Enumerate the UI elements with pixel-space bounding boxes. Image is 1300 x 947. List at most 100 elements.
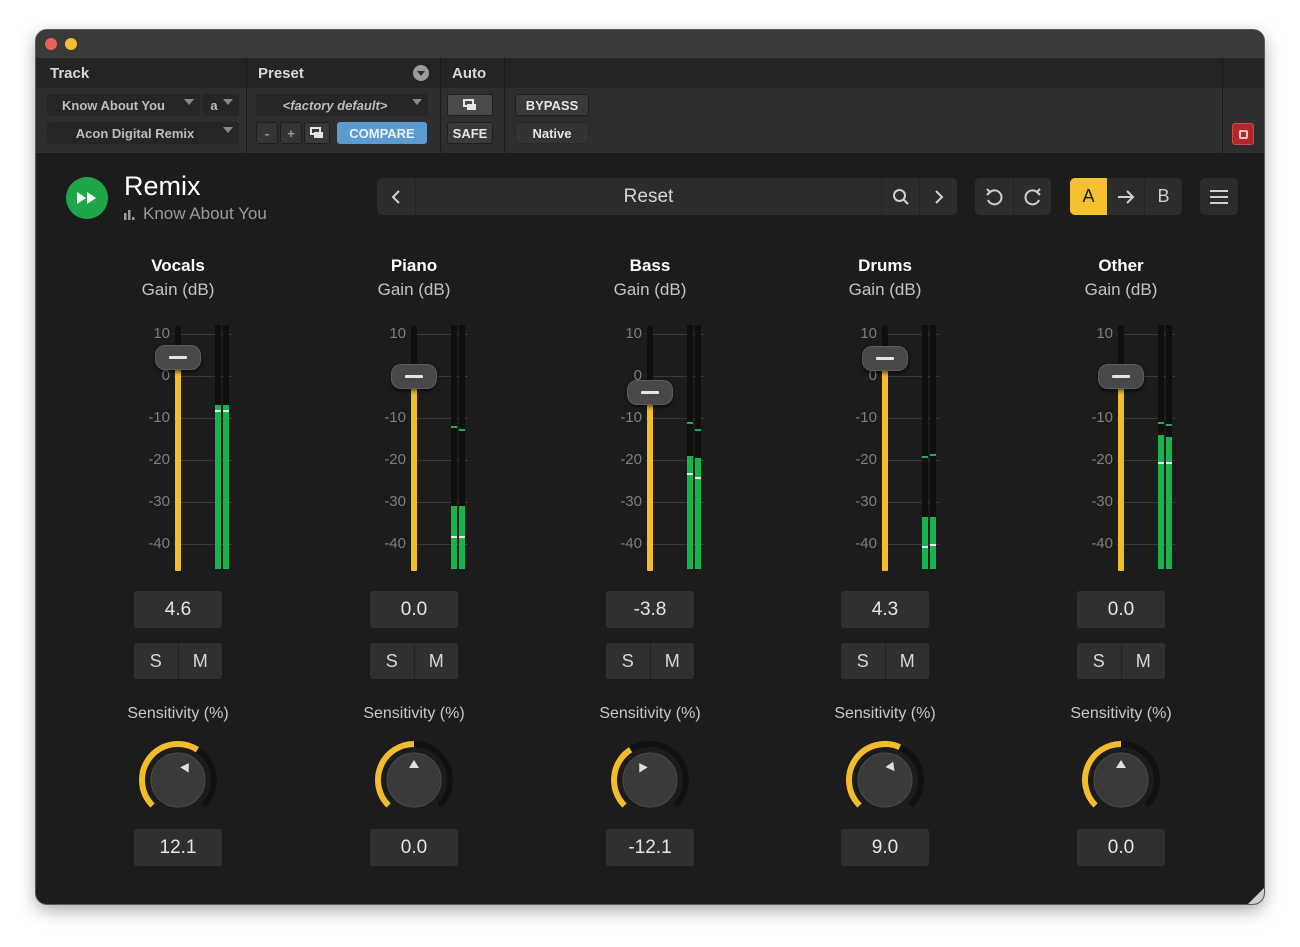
gain-value-field[interactable]: 0.0	[370, 591, 458, 628]
mute-button[interactable]: M	[177, 643, 223, 679]
sensitivity-value-field[interactable]: 9.0	[841, 829, 929, 866]
level-meter-r	[930, 325, 936, 569]
gain-fader-handle[interactable]	[391, 364, 437, 389]
meter-peak-hold	[687, 422, 693, 425]
level-meter-r	[223, 325, 229, 569]
sensitivity-value-field[interactable]: -12.1	[606, 829, 694, 866]
mute-button[interactable]: M	[649, 643, 695, 679]
plugin-select[interactable]: Acon Digital Remix	[47, 122, 239, 144]
native-button[interactable]: Native	[515, 122, 589, 144]
gain-label: Gain (dB)	[613, 280, 687, 299]
preset-next-button[interactable]: +	[280, 122, 302, 144]
meter-rms-marker	[695, 476, 701, 479]
sensitivity-knob[interactable]	[608, 738, 692, 822]
scale-tick-label: -20	[148, 451, 170, 468]
plugin-window: Track Preset Auto Know About You a Acon …	[36, 30, 1264, 904]
knob-body	[622, 752, 678, 808]
solo-button[interactable]: S	[370, 643, 414, 679]
sensitivity-label: Sensitivity (%)	[834, 705, 936, 722]
sensitivity-knob[interactable]	[136, 738, 220, 822]
meter-peak-hold	[215, 405, 221, 408]
knob-body	[857, 752, 913, 808]
meter-level	[451, 506, 457, 569]
meter-rms-marker	[215, 409, 221, 412]
gain-value-field[interactable]: 4.3	[841, 591, 929, 628]
sensitivity-value-field[interactable]: 0.0	[1077, 829, 1165, 866]
preset-name: <factory default>	[282, 97, 388, 113]
mute-button[interactable]: M	[1120, 643, 1166, 679]
meter-level	[922, 516, 928, 569]
solo-button[interactable]: S	[134, 643, 178, 679]
gain-fader-handle[interactable]	[155, 344, 201, 370]
solo-button[interactable]: S	[841, 643, 885, 679]
mute-button[interactable]: M	[413, 643, 459, 679]
gain-label: Gain (dB)	[1084, 280, 1158, 299]
chevron-down-icon	[223, 127, 233, 133]
solo-mute-group: S M	[1077, 643, 1165, 679]
sensitivity-value-field[interactable]: 0.0	[370, 829, 458, 866]
solo-button[interactable]: S	[606, 643, 650, 679]
track-channel-select[interactable]: a	[203, 94, 239, 116]
gain-value-field[interactable]: 4.6	[134, 591, 222, 628]
compare-button[interactable]: COMPARE	[337, 122, 427, 144]
sensitivity-label: Sensitivity (%)	[1070, 705, 1172, 722]
chevron-down-icon	[223, 99, 233, 105]
preset-select[interactable]: <factory default>	[256, 94, 428, 116]
scale-tick-label: -20	[384, 451, 406, 468]
scale-tick-label: -20	[1091, 451, 1113, 468]
meter-peak-hold	[223, 405, 229, 408]
solo-mute-group: S M	[841, 643, 929, 679]
meter-rms-marker	[223, 409, 229, 412]
track-channel: a	[210, 97, 218, 113]
gain-fader-handle[interactable]	[627, 379, 673, 405]
minimize-window-button[interactable]	[65, 38, 77, 50]
safe-button[interactable]: SAFE	[447, 122, 493, 144]
scale-tick-label: -40	[384, 535, 406, 552]
meter-rms-marker	[451, 535, 457, 538]
sensitivity-value-field[interactable]: 12.1	[134, 829, 222, 866]
stem-name: Bass	[629, 256, 671, 275]
preset-previous-button[interactable]: -	[256, 122, 278, 144]
meter-rms-marker	[1158, 462, 1164, 465]
protools-plugin-header: Track Preset Auto Know About You a Acon …	[36, 58, 1264, 153]
close-window-button[interactable]	[45, 38, 57, 50]
resize-handle[interactable]	[1248, 888, 1264, 904]
copy-settings-button[interactable]	[304, 122, 330, 144]
automation-button[interactable]	[447, 94, 493, 116]
preset-menu-button[interactable]	[413, 65, 429, 81]
scale-tick-label: 10	[625, 325, 642, 342]
sensitivity-knob[interactable]	[1079, 738, 1163, 822]
automation-window-icon	[463, 99, 476, 110]
scale-tick-label: 10	[389, 325, 406, 342]
meter-rms-marker	[687, 472, 693, 475]
meter-level	[215, 405, 221, 569]
divider	[504, 58, 505, 153]
meter-peak-hold	[1158, 422, 1164, 425]
level-meter-l	[1158, 325, 1164, 569]
gain-label: Gain (dB)	[848, 280, 922, 299]
scale-tick-label: 10	[153, 325, 170, 342]
sensitivity-knob[interactable]	[372, 738, 456, 822]
sensitivity-knob[interactable]	[843, 738, 927, 822]
sensitivity-label: Sensitivity (%)	[363, 705, 465, 722]
scale-tick-label: -40	[148, 535, 170, 552]
meter-peak-hold	[451, 426, 457, 429]
level-meter-r	[695, 325, 701, 569]
gain-value-field[interactable]: 0.0	[1077, 591, 1165, 628]
level-meter-r	[1166, 325, 1172, 569]
level-meter-l	[922, 325, 928, 569]
solo-button[interactable]: S	[1077, 643, 1121, 679]
mute-button[interactable]: M	[884, 643, 930, 679]
bypass-button[interactable]: BYPASS	[515, 94, 589, 116]
gain-fader-handle[interactable]	[1098, 364, 1144, 389]
title-bar[interactable]	[36, 30, 1264, 58]
scale-tick-label: -20	[855, 451, 877, 468]
close-plugin-button[interactable]	[1232, 123, 1254, 145]
scale-tick-label: -40	[620, 535, 642, 552]
track-select[interactable]: Know About You	[47, 94, 200, 116]
divider	[246, 58, 247, 153]
stem-name: Drums	[858, 256, 912, 275]
scale-tick-label: -40	[855, 535, 877, 552]
gain-fader-handle[interactable]	[862, 345, 908, 371]
gain-value-field[interactable]: -3.8	[606, 591, 694, 628]
